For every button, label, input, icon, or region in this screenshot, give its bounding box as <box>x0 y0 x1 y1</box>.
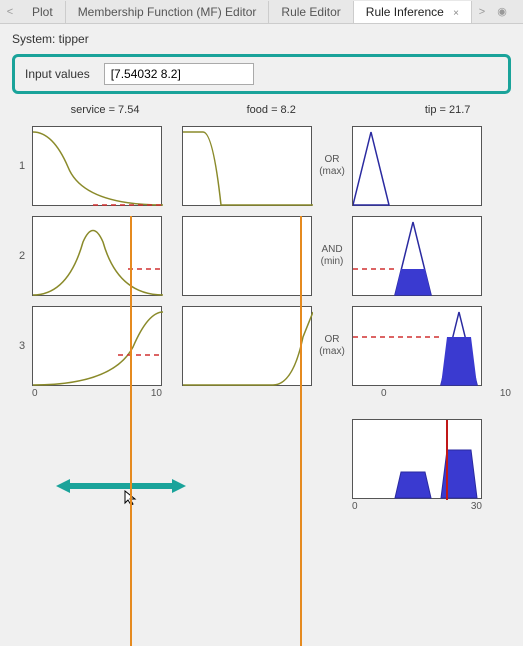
plot-service-r2 <box>32 216 162 296</box>
plot-tip-r1 <box>352 126 482 206</box>
tab-next-icon[interactable]: > <box>472 6 492 18</box>
axis-tick: 0 <box>32 388 38 399</box>
tab-label: Rule Inference <box>366 5 444 19</box>
operator-r2: AND (min) <box>312 244 352 268</box>
rule-row: 2 AND (min) <box>12 216 511 296</box>
op-label: OR <box>325 154 340 165</box>
aggregate-row: 0 30 <box>32 419 511 512</box>
axis-tick: 0 <box>381 388 387 399</box>
op-label: OR <box>325 334 340 345</box>
tab-rule-inference[interactable]: Rule Inference × <box>354 1 472 23</box>
op-label: AND <box>321 244 342 255</box>
plot-food-r1 <box>182 126 312 206</box>
inference-grid: service = 7.54 food = 8.2 tip = 21.7 1 O… <box>0 104 523 520</box>
operator-r1: OR (max) <box>312 154 352 178</box>
header-tip: tip = 21.7 <box>384 104 511 116</box>
axis-tick: 30 <box>471 501 482 512</box>
plot-tip-r3 <box>352 306 482 386</box>
service-slider-line[interactable] <box>130 216 132 646</box>
close-icon[interactable]: × <box>453 8 459 19</box>
tab-bar: < Plot Membership Function (MF) Editor R… <box>0 0 523 24</box>
rule-number: 1 <box>12 160 32 172</box>
input-values-field[interactable] <box>104 63 254 85</box>
rule-number: 3 <box>12 340 32 352</box>
axis-tick: 10 <box>500 388 511 399</box>
plot-tip-r2 <box>352 216 482 296</box>
plot-food-r2 <box>182 216 312 296</box>
food-slider-line[interactable] <box>300 216 302 646</box>
drag-arrow-icon <box>56 476 186 496</box>
tab-prev-icon[interactable]: < <box>0 6 20 18</box>
operator-r3: OR (max) <box>312 334 352 358</box>
axis-tick: 0 <box>352 501 358 512</box>
plot-aggregate-output <box>352 419 482 499</box>
tab-menu-icon[interactable]: ◉ <box>492 5 512 18</box>
plot-service-r1 <box>32 126 162 206</box>
header-food: food = 8.2 <box>198 104 344 116</box>
rule-row: 1 OR (max) <box>12 126 511 206</box>
system-label: System: tipper <box>0 24 523 50</box>
op-sub: (max) <box>319 166 345 177</box>
tab-mf-editor[interactable]: Membership Function (MF) Editor <box>66 1 270 23</box>
input-axis: 0 10 0 10 <box>32 388 511 399</box>
op-sub: (max) <box>319 346 345 357</box>
header-service: service = 7.54 <box>32 104 178 116</box>
op-sub: (min) <box>321 256 344 267</box>
input-values-box: Input values <box>12 54 511 94</box>
tab-plot[interactable]: Plot <box>20 1 66 23</box>
input-values-label: Input values <box>25 67 90 81</box>
axis-tick: 10 <box>151 388 162 399</box>
rule-number: 2 <box>12 250 32 262</box>
tab-rule-editor[interactable]: Rule Editor <box>269 1 353 23</box>
plot-service-r3 <box>32 306 162 386</box>
column-headers: service = 7.54 food = 8.2 tip = 21.7 <box>32 104 511 116</box>
plot-food-r3 <box>182 306 312 386</box>
rule-row: 3 OR (max) <box>12 306 511 386</box>
